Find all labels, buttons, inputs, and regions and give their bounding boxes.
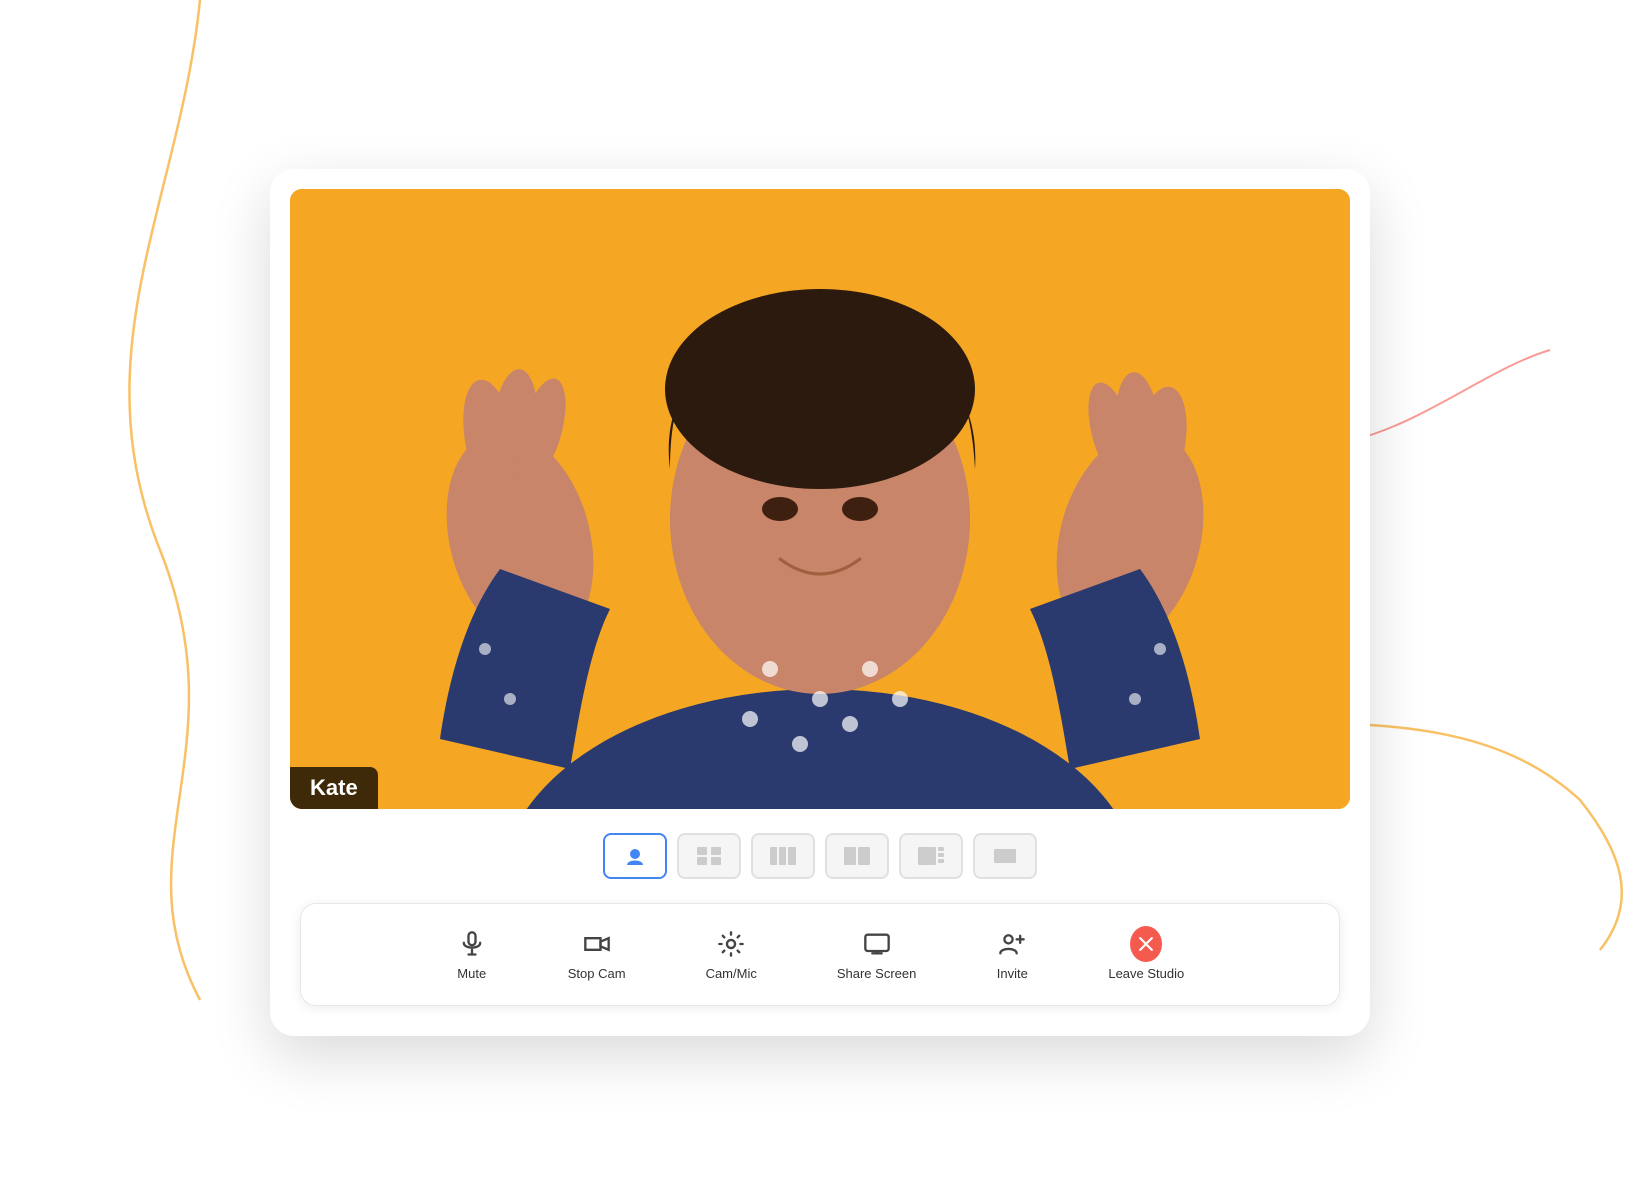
stop-cam-label: Stop Cam: [568, 966, 626, 981]
studio-container: Kate: [270, 169, 1370, 1036]
microphone-icon: [456, 928, 488, 960]
layout-minimal-button[interactable]: [973, 833, 1037, 879]
share-screen-label: Share Screen: [837, 966, 917, 981]
layout-side-button[interactable]: [825, 833, 889, 879]
camera-icon: [581, 928, 613, 960]
monitor-icon: [861, 928, 893, 960]
video-feed: [290, 189, 1350, 809]
leave-studio-button[interactable]: Leave Studio: [1096, 920, 1196, 989]
invite-button[interactable]: Invite: [984, 920, 1040, 989]
layout-single-button[interactable]: [603, 833, 667, 879]
mute-button[interactable]: Mute: [444, 920, 500, 989]
participant-name: Kate: [310, 775, 358, 800]
cam-mic-label: Cam/Mic: [706, 966, 757, 981]
layout-grid3-button[interactable]: [751, 833, 815, 879]
controls-bar: Mute Stop Cam Cam/Mic: [300, 903, 1340, 1006]
mute-label: Mute: [457, 966, 486, 981]
layout-selector: [290, 825, 1350, 887]
invite-label: Invite: [997, 966, 1028, 981]
leave-studio-icon: [1130, 926, 1162, 962]
leave-studio-label: Leave Studio: [1108, 966, 1184, 981]
layout-grid2-button[interactable]: [677, 833, 741, 879]
participant-name-tag: Kate: [290, 767, 378, 809]
share-screen-button[interactable]: Share Screen: [825, 920, 929, 989]
video-area: Kate: [290, 189, 1350, 809]
stop-cam-button[interactable]: Stop Cam: [556, 920, 638, 989]
layout-spotlight-button[interactable]: [899, 833, 963, 879]
invite-icon: [996, 928, 1028, 960]
settings-icon: [715, 928, 747, 960]
cam-mic-button[interactable]: Cam/Mic: [694, 920, 769, 989]
